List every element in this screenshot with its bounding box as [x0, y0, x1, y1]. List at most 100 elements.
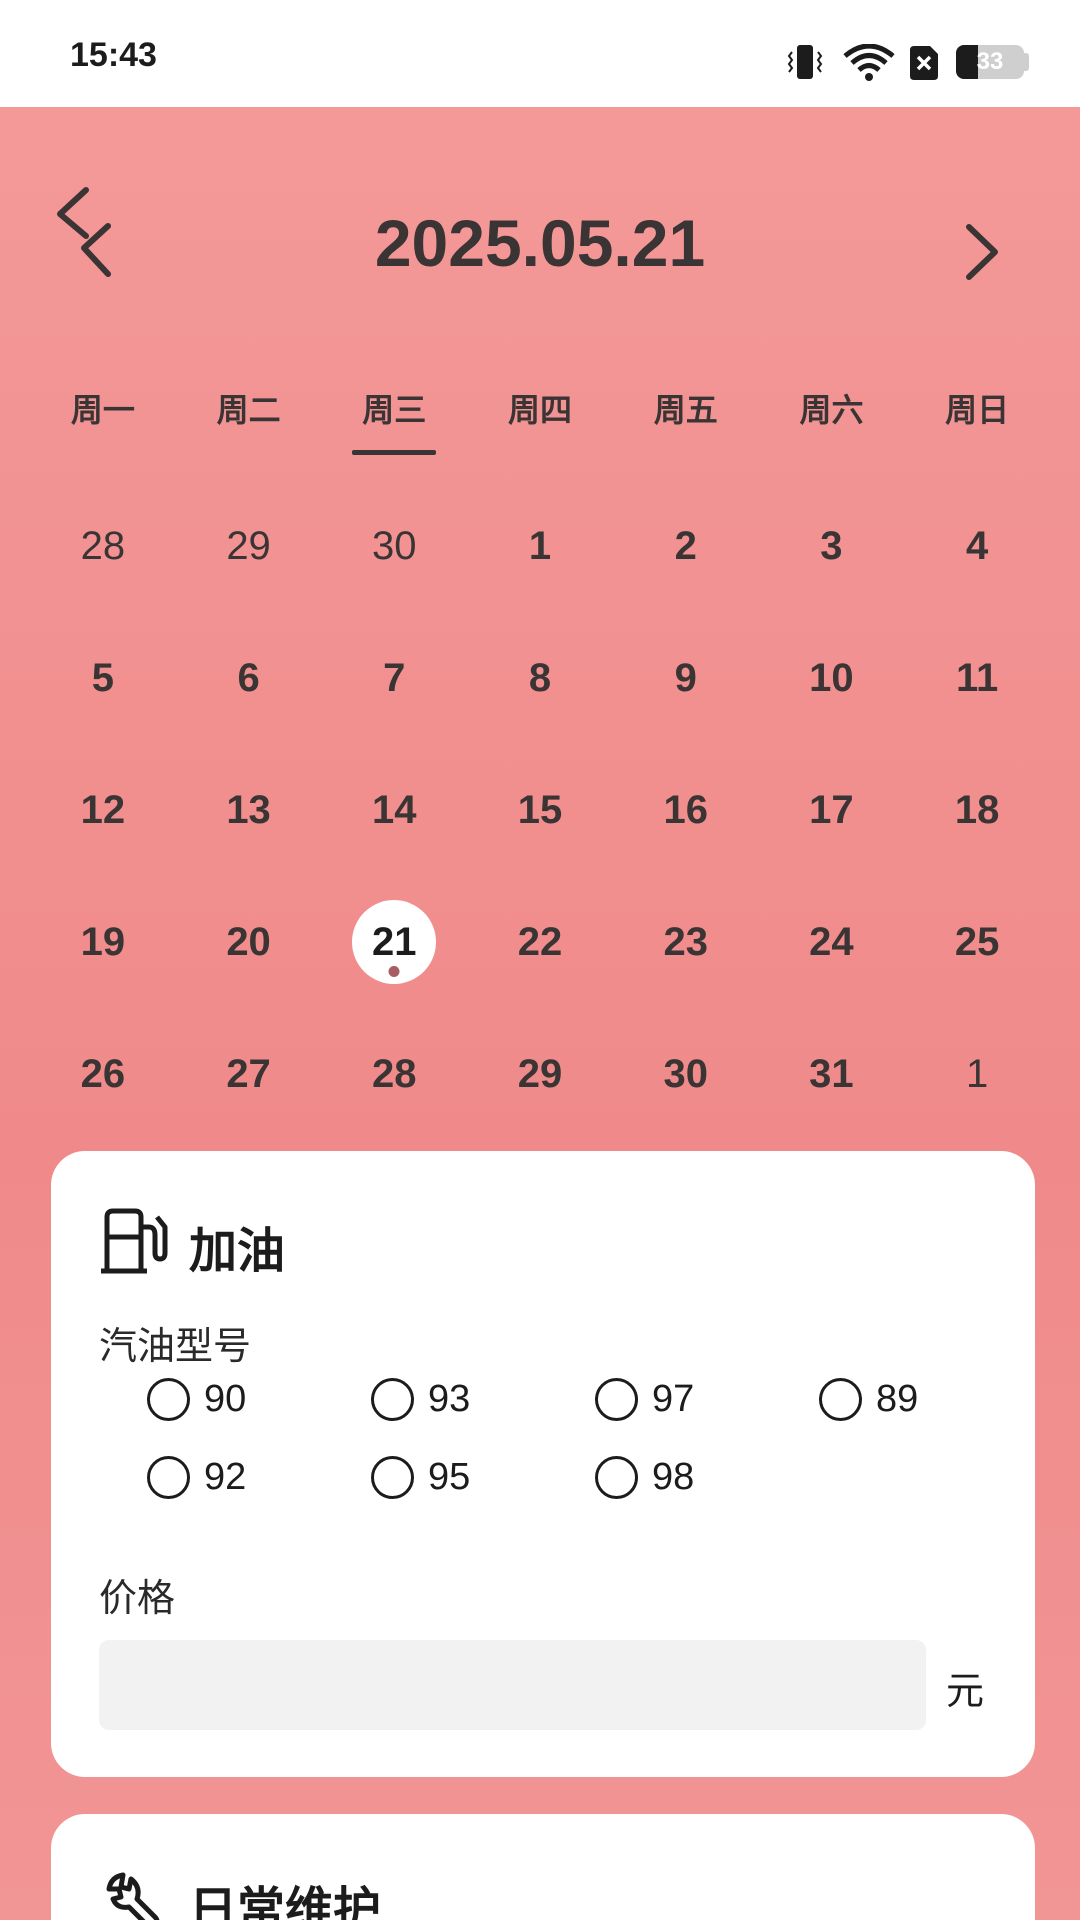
day-number: 29 [517, 1051, 563, 1096]
weekday-0[interactable]: 周一 [30, 385, 176, 445]
radio-button[interactable] [371, 1377, 414, 1421]
maintenance-card[interactable]: 日常维护 [51, 1814, 1035, 1920]
day-number: 16 [663, 787, 708, 832]
calendar-day-selected[interactable]: 21 [321, 876, 467, 1008]
day-number: 25 [954, 919, 1000, 964]
calendar-day[interactable]: 11 [904, 612, 1050, 744]
price-input[interactable] [99, 1640, 926, 1730]
calendar-day[interactable]: 1 [904, 1008, 1050, 1140]
fuel-type-label: 汽油型号 [99, 1324, 252, 1368]
radio-label: 95 [428, 1455, 471, 1498]
radio-label: 92 [204, 1455, 247, 1498]
calendar-day[interactable]: 18 [904, 744, 1050, 876]
calendar-day[interactable]: 22 [467, 876, 613, 1008]
calendar-day[interactable]: 20 [176, 876, 322, 1008]
fuel-option-97[interactable]: 97 [595, 1369, 819, 1429]
fuel-option-90[interactable]: 90 [147, 1369, 371, 1429]
day-number: 31 [809, 1051, 854, 1096]
fuel-option-95[interactable]: 95 [371, 1447, 595, 1507]
calendar-day[interactable]: 26 [30, 1008, 176, 1140]
radio-button[interactable] [819, 1377, 862, 1421]
day-number: 17 [809, 787, 854, 832]
fuel-option-98[interactable]: 98 [595, 1447, 819, 1507]
chevron-right-icon [966, 224, 998, 280]
day-number: 13 [226, 787, 271, 832]
day-number: 11 [955, 655, 999, 700]
calendar-day[interactable]: 29 [176, 480, 322, 612]
fuel-option-93[interactable]: 93 [371, 1369, 595, 1429]
calendar-day[interactable]: 24 [759, 876, 905, 1008]
battery-icon: 33 [956, 45, 1024, 79]
weekday-1[interactable]: 周二 [176, 385, 322, 445]
radio-label: 89 [876, 1377, 919, 1420]
calendar-day[interactable]: 8 [467, 612, 613, 744]
day-number: 10 [809, 655, 854, 700]
day-number: 2 [674, 523, 697, 568]
calendar-day[interactable]: 17 [759, 744, 905, 876]
fuel-card-title: 加油 [189, 1223, 286, 1279]
battery-level: 33 [976, 48, 1004, 75]
maintenance-card-title: 日常维护 [189, 1882, 382, 1920]
fuel-option-89[interactable]: 89 [819, 1369, 1043, 1429]
calendar-day[interactable]: 28 [30, 480, 176, 612]
next-month-button[interactable] [945, 203, 1025, 303]
wrench-icon [106, 1872, 160, 1920]
radio-button[interactable] [147, 1377, 190, 1421]
calendar-day[interactable]: 6 [176, 612, 322, 744]
battery-cap [1024, 53, 1029, 71]
calendar-day[interactable]: 28 [321, 1008, 467, 1140]
day-number: 24 [809, 919, 854, 964]
weekday-6[interactable]: 周日 [904, 385, 1050, 445]
calendar-day[interactable]: 29 [467, 1008, 613, 1140]
calendar-day[interactable]: 31 [759, 1008, 905, 1140]
day-number: 1 [528, 523, 552, 568]
calendar-day[interactable]: 27 [176, 1008, 322, 1140]
calendar-day[interactable]: 5 [30, 612, 176, 744]
day-number: 1 [966, 1051, 989, 1096]
day-number: 5 [91, 655, 114, 700]
day-number: 8 [528, 655, 552, 700]
weekday-3[interactable]: 周四 [467, 385, 613, 445]
radio-button[interactable] [595, 1455, 638, 1499]
fuel-card: 加油 汽油型号 90 93 97 89 92 95 98 价格 元 [51, 1151, 1035, 1777]
calendar-day[interactable]: 16 [613, 744, 759, 876]
calendar-day[interactable]: 7 [321, 612, 467, 744]
calendar-day[interactable]: 13 [176, 744, 322, 876]
price-label: 价格 [99, 1576, 176, 1620]
weekday-header: 周一 周二 周三 周四 周五 周六 周日 [30, 385, 1050, 445]
radio-button[interactable] [371, 1455, 414, 1499]
calendar-day[interactable]: 19 [30, 876, 176, 1008]
calendar-day[interactable]: 25 [904, 876, 1050, 1008]
calendar-day[interactable]: 4 [904, 480, 1050, 612]
day-number: 29 [226, 523, 271, 568]
day-number: 14 [372, 787, 417, 832]
day-number: 23 [663, 919, 708, 964]
calendar-day[interactable]: 30 [613, 1008, 759, 1140]
weekday-4[interactable]: 周五 [613, 385, 759, 445]
calendar-day[interactable]: 2 [613, 480, 759, 612]
radio-button[interactable] [595, 1377, 638, 1421]
fuel-option-92[interactable]: 92 [147, 1447, 371, 1507]
calendar-day[interactable]: 9 [613, 612, 759, 744]
day-number: 20 [226, 919, 271, 964]
day-number: 26 [80, 1051, 126, 1096]
calendar-day[interactable]: 3 [759, 480, 905, 612]
calendar-day[interactable]: 1 [467, 480, 613, 612]
weekday-2[interactable]: 周三 [321, 385, 467, 445]
weekday-5[interactable]: 周六 [759, 385, 905, 445]
day-number: 18 [954, 787, 1000, 832]
calendar-day[interactable]: 23 [613, 876, 759, 1008]
calendar-day[interactable]: 12 [30, 744, 176, 876]
no-sim-icon [910, 46, 938, 80]
radio-button[interactable] [147, 1455, 190, 1499]
calendar-day[interactable]: 10 [759, 612, 905, 744]
day-number: 22 [517, 919, 563, 964]
day-number: 28 [372, 1051, 417, 1096]
calendar-day[interactable]: 14 [321, 744, 467, 876]
status-time: 15:43 [70, 36, 157, 74]
day-number: 12 [80, 787, 126, 832]
calendar-day[interactable]: 30 [321, 480, 467, 612]
calendar-grid: 28 29 30 1 2 3 4 5 6 7 8 9 10 11 12 13 14 15 16 17 18 19 20 21 2… [30, 480, 1050, 1140]
calendar-day[interactable]: 15 [467, 744, 613, 876]
day-number: 21 [372, 919, 417, 964]
